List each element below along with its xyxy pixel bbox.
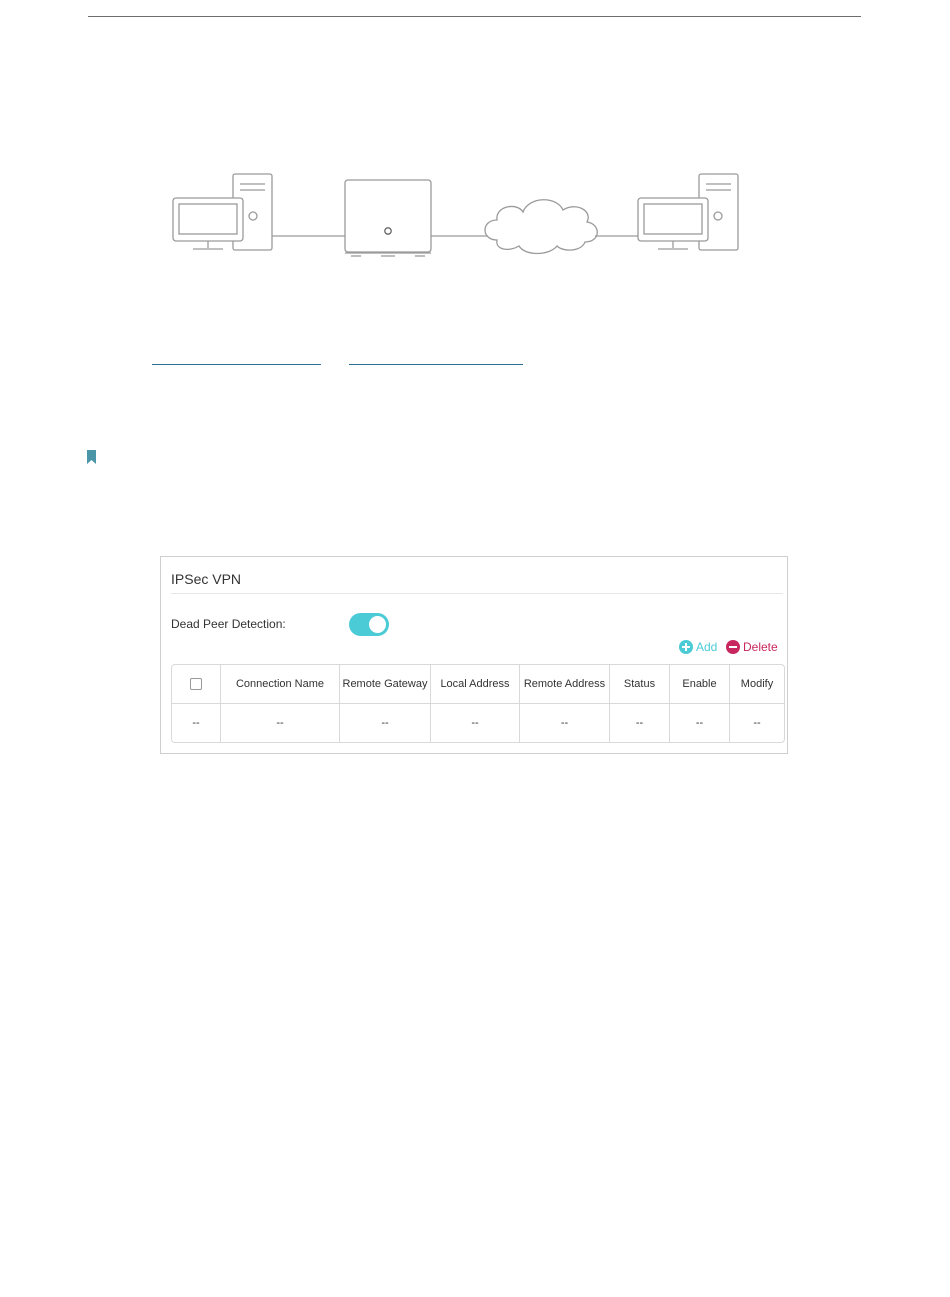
note-bookmark-icon (87, 450, 96, 464)
cell-local-address: -- (431, 704, 520, 742)
add-button[interactable]: Add (679, 640, 717, 654)
cell-remote-address: -- (520, 704, 610, 742)
table-row: -- -- -- -- -- -- -- -- (172, 704, 784, 742)
cell-connection-name: -- (221, 704, 340, 742)
dead-peer-detection-toggle[interactable] (349, 613, 389, 636)
local-computer-icon (172, 173, 273, 251)
header-rule (88, 16, 861, 17)
panel-divider (171, 593, 783, 594)
col-enable: Enable (670, 665, 730, 704)
network-diagram (172, 173, 739, 257)
plus-circle-icon (679, 640, 693, 654)
col-status: Status (610, 665, 670, 704)
col-connection-name: Connection Name (221, 665, 340, 704)
cell-enable: -- (670, 704, 730, 742)
cell-modify: -- (753, 717, 761, 729)
link-underline-1[interactable] (152, 364, 321, 365)
internet-cloud-icon (484, 199, 598, 255)
select-all-checkbox[interactable] (190, 677, 202, 690)
ipsec-connections-table: Connection Name Remote Gateway Local Add… (171, 664, 785, 743)
cell-status: -- (610, 704, 670, 742)
remote-computer-icon (637, 173, 739, 251)
cell-remote-gateway: -- (340, 704, 431, 742)
minus-circle-icon (726, 640, 740, 654)
dead-peer-detection-label: Dead Peer Detection: (171, 617, 286, 631)
col-remote-address: Remote Address (520, 665, 610, 704)
delete-button[interactable]: Delete (726, 640, 778, 654)
toggle-knob (369, 616, 386, 633)
delete-label: Delete (743, 640, 778, 654)
add-label: Add (696, 640, 718, 654)
panel-title: IPSec VPN (171, 571, 242, 587)
select-all-header (172, 665, 221, 704)
cell-select: -- (172, 704, 221, 742)
col-remote-gateway: Remote Gateway (340, 665, 431, 704)
table-header-row: Connection Name Remote Gateway Local Add… (172, 665, 784, 704)
link-underline-2[interactable] (349, 364, 523, 365)
col-modify: Modify (730, 665, 784, 704)
ipsec-vpn-panel: IPSec VPN Dead Peer Detection: Add Delet… (160, 556, 788, 754)
router-icon (344, 179, 432, 257)
col-local-address: Local Address (431, 665, 520, 704)
